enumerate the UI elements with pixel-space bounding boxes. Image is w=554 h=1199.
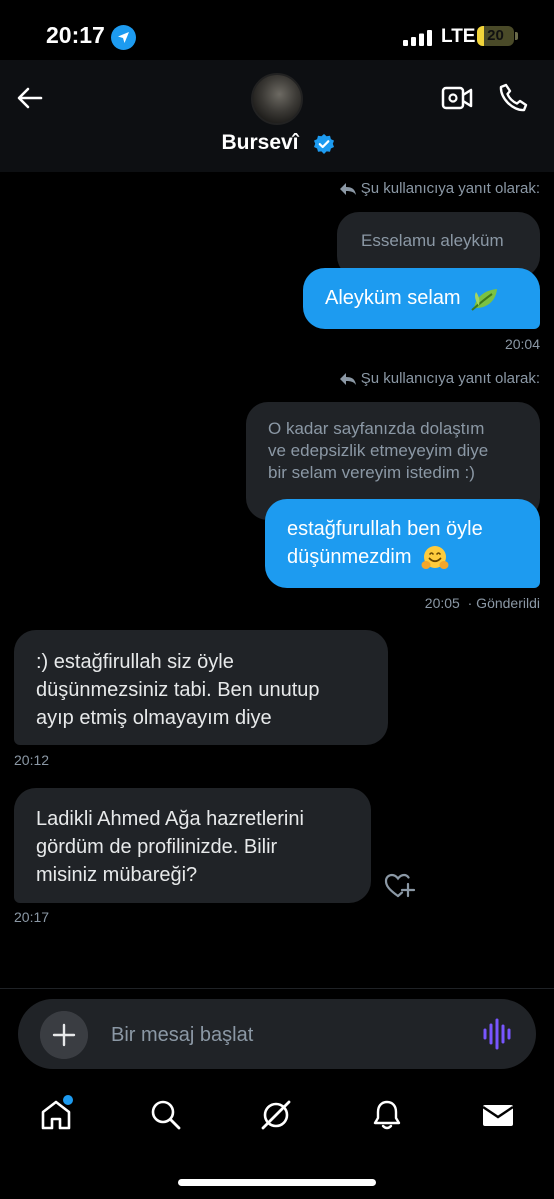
message-line: düşünmezsiniz tabi. Ben unutup — [36, 679, 320, 701]
message-line: gördüm de profilinizde. Bilir — [36, 836, 278, 858]
contact-name[interactable]: Bursevî — [0, 131, 554, 155]
verified-badge-icon — [314, 134, 334, 154]
avatar[interactable] — [251, 73, 303, 125]
notification-dot — [61, 1093, 75, 1107]
phone-icon[interactable] — [497, 82, 529, 114]
leaf-emoji-icon — [471, 288, 498, 311]
divider — [0, 988, 554, 989]
battery-percent: 20 — [487, 27, 504, 44]
quoted-line: ve edepsizlik etmeyeyim diye — [268, 441, 489, 460]
incoming-message[interactable]: :) estağfirullah siz öyle düşünmezsiniz … — [14, 630, 388, 745]
message-line: düşünmezdim — [287, 546, 412, 568]
message-line: Ladikli Ahmed Ağa hazretlerini — [36, 808, 304, 830]
message-line-wrap: düşünmezdim — [287, 543, 540, 572]
back-arrow-icon[interactable] — [14, 82, 46, 114]
reply-context-note: Şu kullanıcıya yanıt olarak: — [339, 370, 540, 387]
message-line: :) estağfirullah siz öyle — [36, 651, 234, 673]
quoted-line: O kadar sayfanızda dolaştım — [268, 419, 485, 438]
video-call-icon[interactable] — [441, 84, 473, 112]
notifications-icon[interactable] — [370, 1098, 404, 1132]
add-media-icon[interactable] — [40, 1011, 88, 1059]
message-line: ayıp etmiş olmayayım diye — [36, 707, 272, 729]
network-type: LTE — [441, 26, 476, 47]
grok-icon[interactable] — [259, 1098, 293, 1132]
messages-icon[interactable] — [481, 1098, 515, 1132]
add-reaction-icon[interactable] — [384, 872, 416, 900]
message-line: estağfurullah ben öyle — [287, 518, 483, 540]
status-time: 20:17 — [46, 22, 105, 48]
message-time: 20:04 — [504, 336, 540, 352]
message-time: 20:05 — [424, 595, 460, 611]
message-time: 20:17 — [14, 909, 50, 925]
battery-cap — [515, 32, 518, 40]
reply-note-text: Şu kullanıcıya yanıt olarak: — [360, 370, 540, 387]
reply-note-text: Şu kullanıcıya yanıt olarak: — [360, 180, 540, 197]
message-line: misiniz mübareği? — [36, 864, 198, 886]
signal-icon — [403, 30, 432, 46]
outgoing-message[interactable]: estağfurullah ben öyle düşünmezdim — [265, 499, 540, 588]
quoted-message-text: Esselamu aleyküm — [361, 231, 504, 250]
reply-context-note: Şu kullanıcıya yanıt olarak: — [339, 180, 540, 197]
voice-message-icon[interactable] — [481, 1017, 513, 1051]
incoming-message[interactable]: Ladikli Ahmed Ağa hazretlerini gördüm de… — [14, 788, 371, 903]
reply-icon — [339, 372, 356, 385]
delivery-status: · Gönderildi — [467, 595, 540, 611]
home-indicator[interactable] — [178, 1179, 376, 1186]
message-input[interactable] — [111, 1022, 441, 1048]
reply-icon — [339, 182, 356, 195]
location-icon — [111, 25, 136, 50]
outgoing-message[interactable]: Aleyküm selam — [303, 268, 540, 329]
message-time: 20:12 — [14, 752, 50, 768]
hugging-face-emoji-icon — [421, 545, 449, 569]
message-meta: 20:05 · Gönderildi — [425, 595, 540, 611]
quoted-line: bir selam vereyim istedim :) — [268, 463, 475, 482]
message-text: Aleyküm selam — [325, 287, 461, 309]
battery-icon: 20 — [477, 26, 514, 46]
search-icon[interactable] — [149, 1098, 183, 1132]
